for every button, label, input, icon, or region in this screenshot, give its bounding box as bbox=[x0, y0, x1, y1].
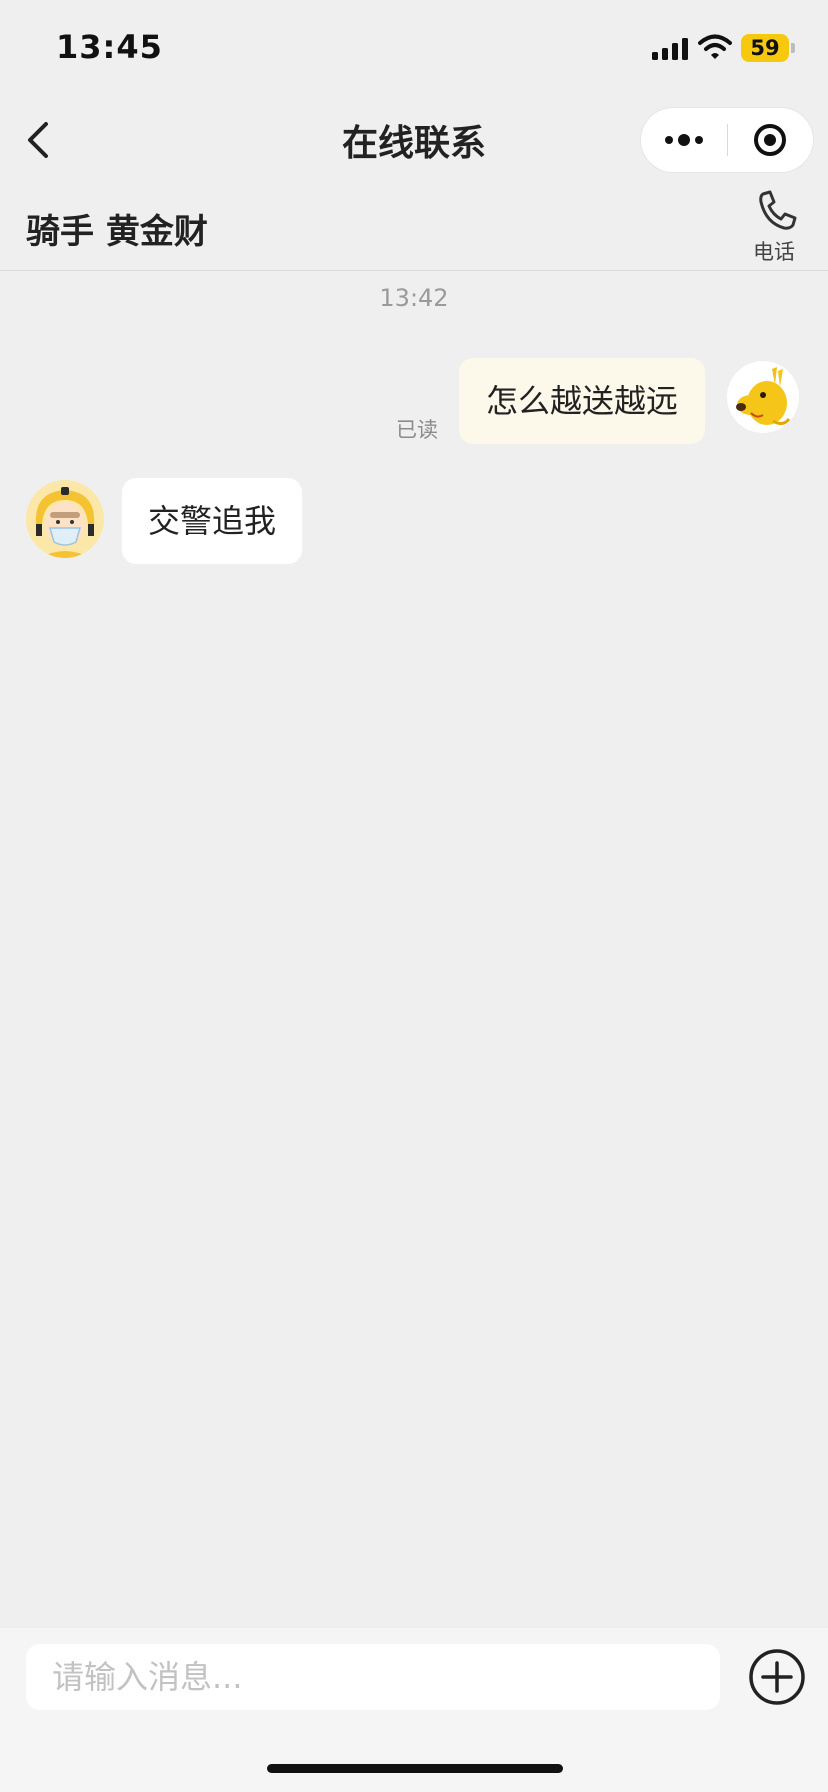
message-input[interactable] bbox=[26, 1644, 720, 1710]
read-status: 已读 bbox=[396, 418, 438, 442]
phone-button[interactable]: 电话 bbox=[740, 186, 808, 266]
more-dots-icon bbox=[665, 134, 703, 146]
yellow-kangaroo-avatar[interactable] bbox=[727, 361, 799, 433]
signal-icon bbox=[652, 38, 688, 60]
add-button[interactable] bbox=[748, 1648, 806, 1706]
sent-message-bubble[interactable]: 怎么越送越远 bbox=[459, 358, 705, 444]
more-button[interactable] bbox=[641, 108, 727, 172]
close-button[interactable] bbox=[728, 108, 813, 172]
rider-name: 骑手 黄金财 bbox=[26, 212, 208, 252]
close-target-icon bbox=[754, 124, 786, 156]
battery-icon: 59 bbox=[741, 34, 789, 62]
mini-program-capsule bbox=[641, 108, 813, 172]
home-indicator[interactable] bbox=[267, 1764, 563, 1773]
plus-circle-icon bbox=[749, 1649, 805, 1705]
chat-timestamp: 13:42 bbox=[379, 284, 449, 312]
battery-tip bbox=[791, 43, 795, 53]
wifi-icon bbox=[698, 34, 732, 59]
phone-label: 电话 bbox=[753, 240, 795, 264]
header-divider bbox=[0, 270, 828, 271]
rider-helmet-avatar[interactable] bbox=[26, 480, 104, 558]
phone-icon bbox=[759, 190, 797, 230]
received-message-bubble[interactable]: 交警追我 bbox=[122, 478, 302, 564]
status-time: 13:45 bbox=[56, 28, 163, 66]
